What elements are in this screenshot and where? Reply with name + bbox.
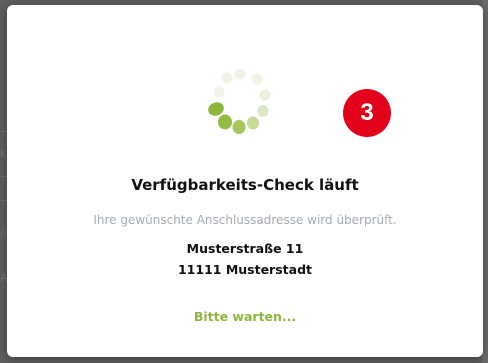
loading-spinner-icon (208, 68, 271, 134)
spinner-dot (213, 86, 225, 98)
spinner-dot (259, 89, 271, 101)
dialog-title: Verfügbarkeits-Check läuft (131, 176, 359, 194)
spinner-dot (232, 120, 246, 134)
background-text-fragment: k (0, 148, 6, 160)
availability-check-dialog: 3 Verfügbarkeits-Check läuft Ihre gewüns… (7, 5, 483, 357)
step-number-badge: 3 (343, 89, 391, 137)
dialog-subtitle: Ihre gewünschte Anschlussadresse wird üb… (93, 213, 397, 227)
spinner-dot (234, 68, 246, 80)
address-street: Musterstraße 11 (186, 241, 304, 256)
spinner-dot (247, 116, 259, 130)
background-text-fragment: n (0, 228, 7, 240)
spinner-dot (221, 72, 233, 84)
address-city: 11111 Musterstadt (177, 262, 312, 277)
spinner-dot (257, 105, 269, 117)
wait-status-text: Bitte warten... (193, 309, 297, 324)
spinner-dot (251, 73, 263, 85)
spinner-dot (218, 114, 232, 130)
